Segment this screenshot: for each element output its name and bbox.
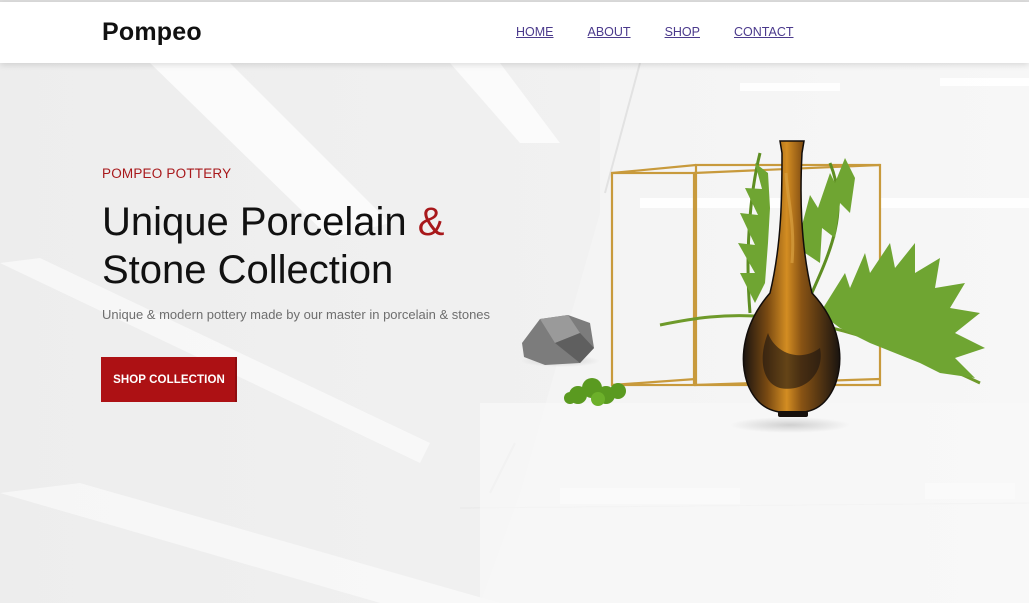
hero-section: POMPEO POTTERY Unique Porcelain & Stone … [0,63,1029,603]
headline-line-2: Stone Collection [102,248,394,292]
site-header: Pompeo HOME ABOUT SHOP CONTACT [0,2,1029,63]
site-logo[interactable]: Pompeo [102,18,202,47]
grey-stone [522,315,594,365]
nav-link-home[interactable]: HOME [516,25,554,39]
nav-link-about[interactable]: ABOUT [588,25,631,39]
hero-headline: Unique Porcelain & Stone Collection [102,198,522,294]
page: Pompeo HOME ABOUT SHOP CONTACT POMPEO PO… [0,0,1029,603]
hero-subtext: Unique & modern pottery made by our mast… [102,307,491,322]
headline-ampersand: & [417,200,445,244]
vase-shadow [730,417,850,433]
shop-collection-button[interactable]: SHOP COLLECTION [101,357,237,402]
nav-link-shop[interactable]: SHOP [665,25,700,39]
hero-eyebrow: POMPEO POTTERY [102,166,232,181]
hero-product-image [520,140,985,433]
main-nav: HOME ABOUT SHOP CONTACT [516,25,828,39]
nav-link-contact[interactable]: CONTACT [734,25,794,39]
headline-line-1: Unique Porcelain [102,200,407,244]
green-moss [564,378,626,406]
